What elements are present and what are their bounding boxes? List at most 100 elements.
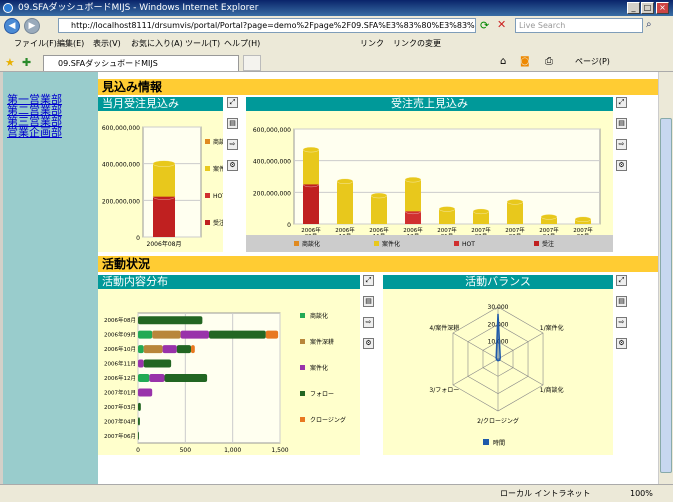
- bar-cap: [302, 146, 320, 153]
- links-change-link[interactable]: リンクの変更: [393, 36, 441, 52]
- menu-file[interactable]: ファイル(F): [14, 36, 57, 52]
- table-icon[interactable]: ▤: [227, 118, 238, 129]
- bar-案件化: [405, 179, 421, 212]
- add-favorite-icon[interactable]: ✚: [22, 56, 31, 69]
- home-icon[interactable]: ⌂: [500, 56, 506, 67]
- legend-swatch: [294, 241, 299, 246]
- expand-icon[interactable]: ⤢: [227, 97, 238, 108]
- nav-link-planning[interactable]: 営業企画部: [7, 127, 98, 138]
- legend-swatch: [300, 339, 305, 344]
- y-tick-label: 2006年08月: [104, 316, 136, 324]
- x-tick-label: 2007年: [437, 226, 457, 234]
- legend-label: 案件深耕: [310, 338, 334, 346]
- stop-icon[interactable]: ✕: [497, 18, 506, 31]
- new-tab-button[interactable]: [243, 55, 261, 71]
- expand-icon[interactable]: ⤢: [616, 97, 627, 108]
- bar-フォロー: [138, 402, 141, 411]
- radar-tick-label: 30,000: [488, 304, 509, 311]
- back-icon[interactable]: ◀: [4, 18, 20, 34]
- expand-icon[interactable]: ⤢: [363, 275, 374, 286]
- radar-axis-label: 4/案件深耕: [429, 324, 459, 332]
- bar-案件化: [180, 330, 209, 339]
- expand-icon[interactable]: ⤢: [616, 275, 627, 286]
- page-menu[interactable]: ページ(P): [575, 56, 610, 67]
- radar-axis: [497, 332, 544, 360]
- window-title: 09.SFAダッシュボードMIJS - Windows Internet Exp…: [18, 3, 259, 13]
- y-tick-label: 2006年12月: [104, 374, 136, 382]
- zoom-level[interactable]: 100%: [630, 485, 653, 502]
- menu-tools[interactable]: ツール(T): [185, 36, 220, 52]
- y-tick-label: 2006年10月: [104, 345, 136, 353]
- section-activity-header: 活動状況: [98, 256, 658, 272]
- panel1-tools: ⤢ ▤ ⇨ ⚙: [227, 97, 239, 181]
- forward-icon[interactable]: ▶: [24, 18, 40, 34]
- url-input[interactable]: http://localhost8111/drsumvis/portal/Por…: [58, 18, 476, 33]
- close-button[interactable]: ×: [656, 2, 669, 14]
- y-tick-label: 200,000,000: [253, 190, 291, 197]
- bar-フォロー: [138, 417, 140, 426]
- favorites-star-icon[interactable]: ★: [5, 56, 15, 69]
- bar-クロージング: [265, 330, 279, 339]
- bar-cap: [540, 214, 558, 220]
- legend-swatch: [300, 391, 305, 396]
- panel4-tools: ⤢ ▤ ⇨ ⚙: [616, 275, 628, 359]
- menu-view[interactable]: 表示(V): [93, 36, 121, 52]
- bar-フォロー: [176, 345, 192, 354]
- y-tick-label: 2006年09月: [104, 331, 136, 339]
- x-tick-label: 2006年: [403, 226, 423, 234]
- bar-商談化: [138, 330, 153, 339]
- y-tick-label: 0: [136, 235, 140, 242]
- settings-icon[interactable]: ⚙: [363, 338, 374, 349]
- menu-edit[interactable]: 編集(E): [57, 36, 84, 52]
- bar-商談化: [138, 345, 144, 354]
- chart-title-activity: 活動内容分布: [98, 275, 360, 289]
- y-tick-label: 2007年06月: [104, 432, 136, 440]
- bar-cap: [370, 192, 388, 199]
- x-tick-label: 2007年: [539, 226, 559, 234]
- export-icon[interactable]: ⇨: [616, 139, 627, 150]
- print-icon[interactable]: ⎙: [545, 56, 553, 67]
- panel-activity-distribution: 活動内容分布 0 500 1,000 1,500 2006年08月 2006年09月 200…: [98, 275, 360, 455]
- settings-icon[interactable]: ⚙: [227, 160, 238, 171]
- legend-label: 案件化: [382, 240, 400, 248]
- scrollbar-thumb[interactable]: [660, 118, 672, 473]
- search-icon[interactable]: ⌕: [646, 19, 652, 30]
- section-forecast-header: 見込み情報: [98, 79, 658, 95]
- bar-案件化: [138, 388, 153, 397]
- radar-axis-label: 3/フォロー: [429, 387, 459, 394]
- search-input[interactable]: Live Search: [515, 18, 643, 33]
- bar-商談化: [138, 374, 150, 382]
- legend-label: フォロー: [310, 391, 334, 398]
- chart-title-monthly: 当月受注見込み: [98, 97, 223, 111]
- bar-フォロー: [143, 359, 172, 368]
- legend-label: 案件化: [310, 364, 328, 372]
- menu-help[interactable]: ヘルプ(H): [224, 36, 260, 52]
- legend-label: HOT: [462, 241, 475, 248]
- legend-swatch: [300, 365, 305, 370]
- maximize-button[interactable]: □: [641, 2, 654, 14]
- legend-swatch: [454, 241, 459, 246]
- legend-label: 時間: [493, 439, 505, 447]
- legend-swatch: [483, 439, 489, 445]
- table-icon[interactable]: ▤: [616, 296, 627, 307]
- table-icon[interactable]: ▤: [616, 118, 627, 129]
- legend-swatch: [300, 313, 305, 318]
- bar-フォロー: [164, 374, 208, 382]
- settings-icon[interactable]: ⚙: [616, 160, 627, 171]
- menu-favorites[interactable]: お気に入り(A): [131, 36, 183, 52]
- bar-案件化: [303, 149, 319, 185]
- export-icon[interactable]: ⇨: [616, 317, 627, 328]
- tab-active[interactable]: 09.SFAダッシュボードMIJS: [43, 55, 239, 71]
- vertical-scrollbar[interactable]: [658, 72, 673, 484]
- feed-icon[interactable]: ◙: [520, 56, 530, 67]
- refresh-icon[interactable]: ⟳: [480, 19, 489, 32]
- settings-icon[interactable]: ⚙: [616, 338, 627, 349]
- bar-フォロー: [209, 330, 266, 339]
- minimize-button[interactable]: _: [627, 2, 640, 14]
- y-tick-label: 200,000,000: [102, 198, 140, 205]
- y-tick-label: 400,000,000: [253, 159, 291, 166]
- tab-bar: ★ ✚ 09.SFAダッシュボードMIJS ⌂ ◙ ⎙ ページ(P): [0, 52, 673, 72]
- table-icon[interactable]: ▤: [363, 296, 374, 307]
- export-icon[interactable]: ⇨: [227, 139, 238, 150]
- export-icon[interactable]: ⇨: [363, 317, 374, 328]
